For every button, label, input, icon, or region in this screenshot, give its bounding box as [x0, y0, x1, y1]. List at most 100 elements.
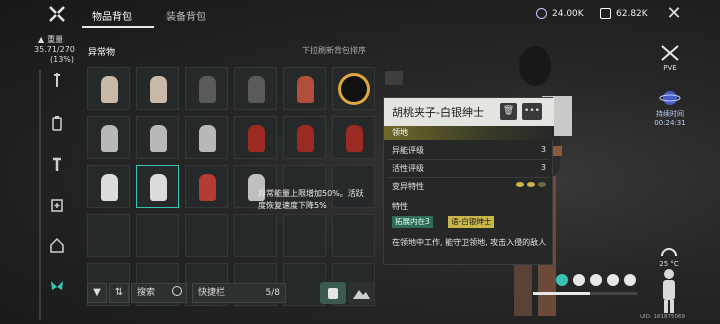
- sort-button[interactable]: ⇅: [109, 283, 129, 303]
- eye-icon: [516, 182, 524, 187]
- backpack-icon[interactable]: [50, 115, 64, 131]
- weight-icon: ▲: [38, 35, 45, 44]
- cat-statue-icon: [101, 125, 118, 152]
- stat-value: 3: [540, 163, 546, 172]
- empty-slot[interactable]: [332, 214, 375, 257]
- rabbit-doll-icon: [199, 76, 216, 103]
- weight-value: 35.71/270: [34, 45, 75, 54]
- sort-icon: ⇅: [114, 287, 124, 298]
- search-icon[interactable]: [172, 286, 182, 296]
- inventory-slot[interactable]: [234, 67, 277, 110]
- stat-label: 活性评级: [392, 164, 424, 173]
- white-rabbit-icon: [150, 174, 167, 201]
- inventory-slot[interactable]: [87, 165, 130, 208]
- inventory-slot[interactable]: [87, 67, 130, 110]
- status-effect-icon: [556, 274, 568, 286]
- red-mask-icon: [248, 125, 265, 152]
- inventory-slot[interactable]: [332, 67, 375, 110]
- timer-label: 持续时间: [656, 110, 684, 118]
- divider: [388, 159, 550, 160]
- temperature: 25 °C: [652, 246, 686, 268]
- quickbar-button[interactable]: 快捷栏 5/8: [192, 283, 286, 303]
- traits-label: 特性: [392, 202, 408, 211]
- filter-button[interactable]: ▼: [87, 283, 107, 303]
- weight-label: 重量: [47, 35, 64, 44]
- crossed-swords-icon: [661, 45, 679, 61]
- trait-tag[interactable]: 语-白银绅士: [448, 216, 495, 228]
- inventory-slot[interactable]: [234, 116, 277, 159]
- top-bar: 物品背包 装备背包 24.00K 62.82K ✕: [0, 0, 720, 30]
- crystal-icon: [536, 8, 547, 19]
- currency-crystal: 24.00K: [536, 8, 584, 19]
- stat-row: 活性评级 3: [392, 163, 546, 174]
- game-logo-icon[interactable]: [48, 5, 66, 23]
- health-bar: [533, 292, 637, 295]
- tab-item-bag[interactable]: 物品背包: [92, 8, 132, 23]
- empty-slot[interactable]: [283, 214, 326, 257]
- rabbit-doll-icon: [248, 76, 265, 103]
- player-uid: UID: 161875069: [640, 314, 685, 320]
- close-icon[interactable]: ✕: [664, 4, 684, 24]
- thermometer-icon: [661, 248, 677, 257]
- butterfly-icon[interactable]: [49, 279, 65, 295]
- inventory-slot[interactable]: [87, 116, 130, 159]
- more-button[interactable]: •••: [522, 103, 542, 120]
- item-detail-panel: 胡桃夹子-白银绅士 🗑 ••• 领地 异能评级 3 活性评级 3 变异特性 特性…: [383, 97, 554, 265]
- currency-crystal-value: 24.00K: [552, 8, 584, 19]
- inventory-slot[interactable]: [136, 165, 179, 208]
- empty-slot[interactable]: [136, 214, 179, 257]
- deposit-mode-button[interactable]: [320, 282, 346, 304]
- inventory-slot[interactable]: [136, 67, 179, 110]
- house-icon[interactable]: [50, 237, 64, 253]
- trash-button[interactable]: 🗑: [500, 103, 517, 120]
- section-title: 异常物: [88, 48, 116, 58]
- wrench-icon[interactable]: [50, 72, 64, 88]
- mutation-indicators: [516, 182, 546, 187]
- currency-chip: 62.82K: [600, 8, 648, 19]
- left-rail: ▲ 重量 35.71/270 (13%): [0, 30, 78, 324]
- rail-divider: [39, 70, 41, 320]
- chip-icon: [600, 8, 611, 19]
- hammer-icon[interactable]: [50, 156, 64, 172]
- inventory-slot[interactable]: [185, 165, 228, 208]
- terrain-mode-button[interactable]: [348, 282, 374, 304]
- inventory-slot[interactable]: [185, 116, 228, 159]
- empty-slot[interactable]: [234, 214, 277, 257]
- cat-statue-icon: [199, 125, 216, 152]
- tab-equipment-bag[interactable]: 装备背包: [166, 8, 206, 23]
- floating-tag: [385, 71, 403, 85]
- eclipse-ring-icon: [341, 76, 367, 102]
- inventory-slot[interactable]: [283, 67, 326, 110]
- bag-mode-icon: [328, 288, 338, 299]
- inventory-slot[interactable]: [136, 116, 179, 159]
- eye-icon: [527, 182, 535, 187]
- item-title: 胡桃夹子-白银绅士: [392, 106, 484, 119]
- stat-label: 变异特性: [392, 182, 424, 191]
- status-effect-icon: [607, 274, 619, 286]
- jester-doll-icon: [297, 76, 314, 103]
- body-status-icon[interactable]: [656, 268, 682, 314]
- inventory-slot[interactable]: [332, 116, 375, 159]
- eye-icon: [538, 182, 546, 187]
- nutcracker-icon: [199, 174, 216, 201]
- empty-slot[interactable]: [87, 214, 130, 257]
- status-effect-icon: [573, 274, 585, 286]
- trait-tag[interactable]: 拓展内在3: [392, 216, 433, 228]
- item-tooltip: 异常能量上限增加50%。活跃度恢复速度下降5%: [258, 189, 364, 210]
- empty-slot[interactable]: [185, 214, 228, 257]
- red-mask-icon: [346, 125, 363, 152]
- status-effect-icon: [624, 274, 636, 286]
- mountain-icon: [353, 290, 370, 299]
- temperature-value: 25 °C: [659, 260, 679, 268]
- divider: [388, 177, 550, 178]
- item-category: 领地: [384, 126, 554, 140]
- currency-chip-value: 62.82K: [616, 8, 648, 19]
- medkit-icon[interactable]: [50, 196, 64, 212]
- weight-percent: (13%): [50, 55, 75, 64]
- health-bar-fill: [533, 292, 591, 295]
- pve-mode[interactable]: PVE: [658, 44, 682, 72]
- stat-row: 变异特性: [392, 181, 546, 192]
- cat-statue-icon: [150, 125, 167, 152]
- inventory-slot[interactable]: [283, 116, 326, 159]
- inventory-slot[interactable]: [185, 67, 228, 110]
